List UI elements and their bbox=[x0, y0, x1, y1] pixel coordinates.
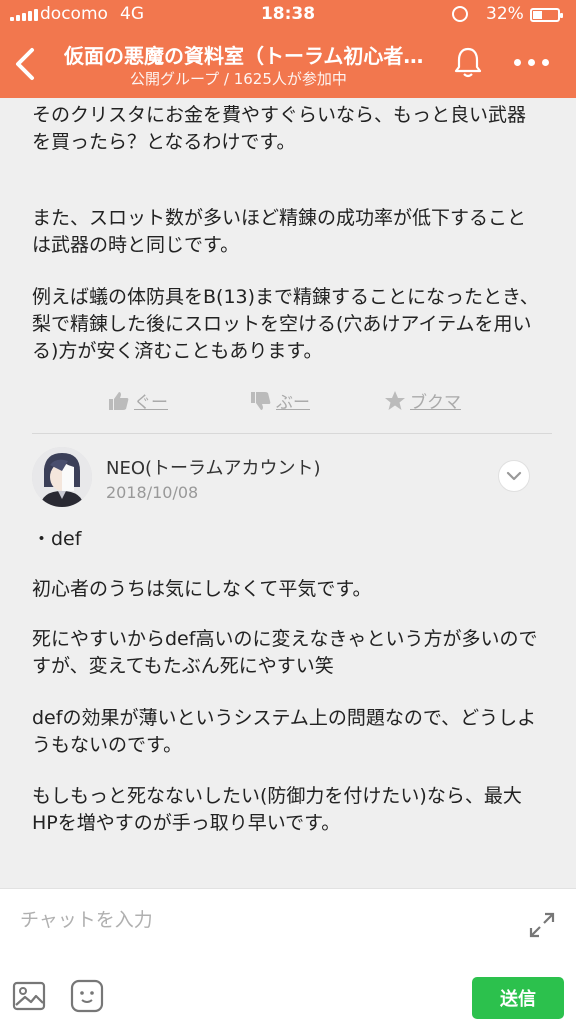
thumbs-up-icon bbox=[109, 391, 129, 410]
sticker-button[interactable] bbox=[70, 979, 104, 1013]
user-avatar[interactable] bbox=[32, 447, 92, 507]
bookmark-button[interactable]: ブクマ bbox=[384, 388, 461, 413]
post-paragraph: 例えば蟻の体防具をB(13)まで精錬することになったとき、梨で精錬した後にスロッ… bbox=[32, 286, 539, 362]
boo-label: ぶー bbox=[276, 393, 310, 413]
user-name[interactable]: NEO(トーラムアカウント) bbox=[106, 454, 321, 480]
post-paragraph: そのクリスタにお金を費やすぐらいなら、もっと良い武器を買ったら？となるわけです。 bbox=[32, 104, 527, 153]
chevron-left-icon bbox=[16, 48, 34, 80]
more-options-button[interactable] bbox=[514, 52, 554, 72]
post-paragraph: 初心者のうちは気にしなくて平気です。 bbox=[32, 578, 372, 600]
post-date: 2018/10/08 bbox=[106, 483, 199, 502]
image-icon bbox=[12, 981, 46, 1011]
chat-input[interactable]: チャットを入力 bbox=[20, 905, 153, 932]
post-paragraph: 死にやすいからdef高いのに変えなきゃという方が多いのですが、変えてもたぶん死に… bbox=[32, 628, 538, 677]
battery-icon bbox=[530, 8, 563, 22]
image-button[interactable] bbox=[12, 981, 46, 1011]
group-title[interactable]: 仮面の悪魔の資料室（トーラム初心者… bbox=[64, 40, 444, 69]
post-paragraph: もしもっと死なないしたい(防御力を付けたい)なら、最大HPを増やすのが手っ取り早… bbox=[32, 785, 522, 834]
group-subtitle: 公開グループ / 1625人が参加中 bbox=[130, 70, 347, 88]
app-header: docomo 4G 18:38 32% 仮面の悪魔の資料室（トーラム初心者… 公… bbox=[0, 0, 576, 98]
bookmark-label: ブクマ bbox=[410, 393, 461, 413]
chat-input-bar: チャットを入力 送信 bbox=[0, 888, 576, 1024]
sticker-icon bbox=[70, 979, 104, 1013]
expand-icon bbox=[529, 912, 555, 938]
boo-button[interactable]: ぶー bbox=[250, 388, 310, 413]
notification-button[interactable] bbox=[450, 44, 486, 80]
bell-icon bbox=[454, 47, 482, 78]
good-label: ぐー bbox=[134, 393, 168, 413]
avatar-image bbox=[32, 447, 92, 507]
back-button[interactable] bbox=[8, 44, 42, 84]
star-icon bbox=[385, 390, 405, 410]
good-button[interactable]: ぐー bbox=[108, 388, 168, 413]
post-menu-button[interactable] bbox=[498, 460, 530, 492]
reaction-bar: ぐー ぶー ブクマ bbox=[0, 388, 576, 418]
post-paragraph: defの効果が薄いというシステム上の問題なので、どうしようもないのです。 bbox=[32, 707, 537, 756]
post-paragraph: また、スロット数が多いほど精錬の成功率が低下することは武器の時と同じです。 bbox=[32, 207, 527, 256]
battery-percent: 32% bbox=[486, 4, 524, 24]
post-divider bbox=[32, 433, 552, 434]
rotation-lock-icon bbox=[452, 6, 468, 22]
post-paragraph: ・def bbox=[32, 528, 82, 550]
send-button[interactable]: 送信 bbox=[472, 977, 564, 1019]
chevron-down-icon bbox=[506, 471, 522, 481]
expand-button[interactable] bbox=[528, 911, 556, 939]
status-bar: docomo 4G 18:38 32% bbox=[0, 0, 576, 30]
thumbs-down-icon bbox=[251, 391, 271, 410]
chat-content[interactable]: そのクリスタにお金を費やすぐらいなら、もっと良い武器を買ったら？となるわけです。… bbox=[0, 98, 576, 888]
